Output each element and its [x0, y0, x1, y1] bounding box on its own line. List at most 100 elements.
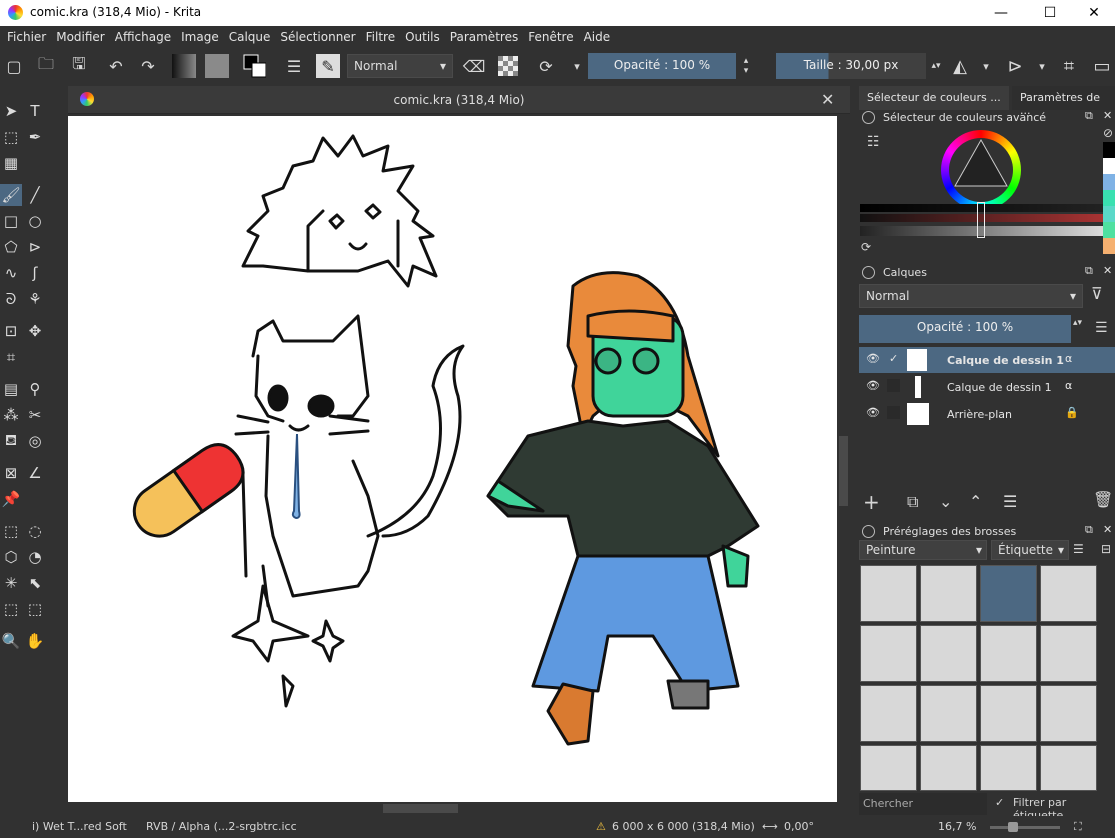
brush-search-input[interactable]: Chercher [859, 793, 987, 815]
brush-preset[interactable] [920, 565, 977, 622]
rectangle-tool-icon[interactable]: □ [0, 210, 22, 232]
document-tab[interactable]: comic.kra (318,4 Mio) ✕ [68, 86, 850, 114]
transform-tool-icon[interactable]: ⊡ [0, 320, 22, 342]
freehand-path-icon[interactable]: ʃ [24, 262, 46, 284]
text-tool-icon[interactable]: T [24, 100, 46, 122]
mirror-h-dropdown-icon[interactable]: ▾ [974, 54, 998, 78]
brush-preset[interactable] [860, 625, 917, 682]
add-layer-icon[interactable]: + [863, 490, 880, 514]
close-window-button[interactable]: ✕ [1071, 0, 1115, 26]
filter-icon[interactable]: ⊽ [1091, 284, 1103, 303]
tab-color-selector[interactable]: Sélecteur de couleurs ... [859, 86, 1009, 110]
alpha-lock-icon[interactable] [498, 56, 518, 76]
brush-preset[interactable] [860, 685, 917, 742]
v-scroll-thumb[interactable] [839, 436, 848, 506]
menu-aide[interactable]: Aide [579, 30, 616, 44]
swatch-5[interactable] [1103, 238, 1115, 254]
brush-settings-icon[interactable]: ☰ [282, 54, 306, 78]
zoom-slider[interactable] [990, 822, 1060, 832]
tag-select[interactable]: Étiquette ▾ [991, 540, 1069, 560]
layer-check-icon[interactable]: ✓ [889, 352, 898, 365]
brush-preset-icon[interactable]: ✎ [316, 54, 340, 78]
menu-image[interactable]: Image [176, 30, 224, 44]
horizontal-scrollbar[interactable] [68, 802, 837, 816]
wrap-around-icon[interactable]: ⌗ [1057, 54, 1081, 78]
menu-fenetre[interactable]: Fenêtre [523, 30, 578, 44]
brush-view-icon[interactable]: ⊟ [1101, 542, 1111, 556]
minimize-button[interactable]: — [978, 0, 1024, 26]
mirror-vertical-icon[interactable]: ⊳ [1003, 54, 1027, 78]
color-wheel[interactable] [941, 130, 1021, 210]
layers-float-icon[interactable]: ⧉ [1085, 264, 1093, 278]
dock-lock-icon[interactable] [862, 111, 875, 124]
brush-preset[interactable] [920, 685, 977, 742]
contiguous-select-icon[interactable]: ✳ [0, 572, 22, 594]
menu-filtre[interactable]: Filtre [361, 30, 400, 44]
zoom-slider-handle[interactable] [1008, 822, 1018, 832]
similar-select-icon[interactable]: ⬉ [24, 572, 46, 594]
visibility-eye-icon[interactable]: 👁 [866, 352, 880, 365]
opacity-slider[interactable]: Opacité : 100 % [588, 53, 736, 79]
mirror-horizontal-icon[interactable]: ◭ [948, 54, 972, 78]
brush-preset[interactable] [1040, 565, 1097, 622]
eraser-icon[interactable]: ⌫ [462, 54, 486, 78]
chevron-down-icon[interactable]: ▾ [565, 54, 589, 78]
ellipse-tool-icon[interactable]: ○ [24, 210, 46, 232]
layer-row[interactable]: 👁 ✓ Calque de dessin 1 α [859, 347, 1115, 373]
reload-preset-icon[interactable]: ⟳ [534, 54, 558, 78]
dock-close-icon[interactable]: ✕ [1103, 109, 1112, 122]
select-shape-icon[interactable]: ➤ [0, 100, 22, 122]
tag-menu-icon[interactable]: ☰ [1073, 542, 1084, 556]
layer-row[interactable]: 👁 Calque de dessin 1 α [859, 374, 1115, 400]
duplicate-layer-icon[interactable]: ⧉ [907, 492, 918, 512]
visibility-eye-icon[interactable]: 👁 [866, 406, 880, 419]
brush-preset[interactable] [920, 625, 977, 682]
float-icon[interactable]: ⧉ [1085, 109, 1093, 123]
brush-close-icon[interactable]: ✕ [1103, 523, 1112, 536]
move-up-icon[interactable]: ⌃ [969, 492, 982, 511]
swatch-black[interactable] [1103, 142, 1115, 158]
measure-tool-icon[interactable]: ∠ [24, 462, 46, 484]
edit-shape-icon[interactable]: ⬚ [0, 126, 22, 148]
zoom-status[interactable]: 16,7 % [938, 820, 976, 833]
swatch-3[interactable] [1103, 206, 1115, 222]
layer-name[interactable]: Arrière-plan [947, 408, 1012, 421]
layers-blend-select[interactable]: Normal ▾ [859, 284, 1083, 308]
brush-preset[interactable] [980, 565, 1037, 622]
crop-tool-icon[interactable]: ⌗ [0, 346, 22, 368]
layers-lock-icon[interactable] [862, 266, 875, 279]
brush-preset[interactable] [980, 685, 1037, 742]
menu-selectionner[interactable]: Sélectionner [275, 30, 360, 44]
opacity-spinner-icon[interactable]: ▴ ▾ [734, 54, 758, 78]
layers-close-icon[interactable]: ✕ [1103, 264, 1112, 277]
filter-checkbox-icon[interactable]: ✓ [995, 796, 1004, 809]
menu-parametres[interactable]: Paramètres [445, 30, 523, 44]
size-slider[interactable]: Taille : 30,00 px [776, 53, 926, 79]
alpha-lock-icon[interactable]: α [1065, 352, 1072, 365]
layer-name[interactable]: Calque de dessin 1 [947, 354, 1064, 367]
open-folder-icon[interactable]: 🗀 [34, 54, 58, 78]
blend-mode-select[interactable]: Normal ▾ [347, 54, 453, 78]
bezier-select-icon[interactable]: ⬚ [0, 598, 22, 620]
menu-affichage[interactable]: Affichage [110, 30, 176, 44]
reference-tool-icon[interactable]: 📌 [0, 488, 22, 510]
bezier-tool-icon[interactable]: ∿ [0, 262, 22, 284]
layer-name[interactable]: Calque de dessin 1 [947, 381, 1052, 394]
ellipse-select-icon[interactable]: ◌ [24, 520, 46, 542]
brush-preset[interactable] [1040, 685, 1097, 742]
magnetic-select-icon[interactable]: ⬚ [24, 598, 46, 620]
brush-preset[interactable] [860, 565, 917, 622]
pattern-icon[interactable] [205, 54, 229, 78]
menu-fichier[interactable]: Fichier [2, 30, 51, 44]
colorspace-status[interactable]: RVB / Alpha (...2-srgbtrc.icc [146, 820, 297, 833]
swatch-4[interactable] [1103, 222, 1115, 238]
save-icon[interactable]: 🖫 [67, 54, 91, 78]
move-tool-icon[interactable]: ✥ [24, 320, 46, 342]
comic-panel-icon[interactable]: ▦ [0, 152, 22, 174]
dynamic-brush-icon[interactable]: ᘐ [0, 288, 22, 310]
tab-tool-options[interactable]: Paramètres de ... [1012, 86, 1115, 117]
smart-patch-icon[interactable]: ⁂ [0, 404, 22, 426]
brush-status[interactable]: i) Wet T...red Soft [32, 820, 127, 833]
calligraphy-icon[interactable]: ✒ [24, 126, 46, 148]
color-picker-icon[interactable]: ⚲ [24, 378, 46, 400]
